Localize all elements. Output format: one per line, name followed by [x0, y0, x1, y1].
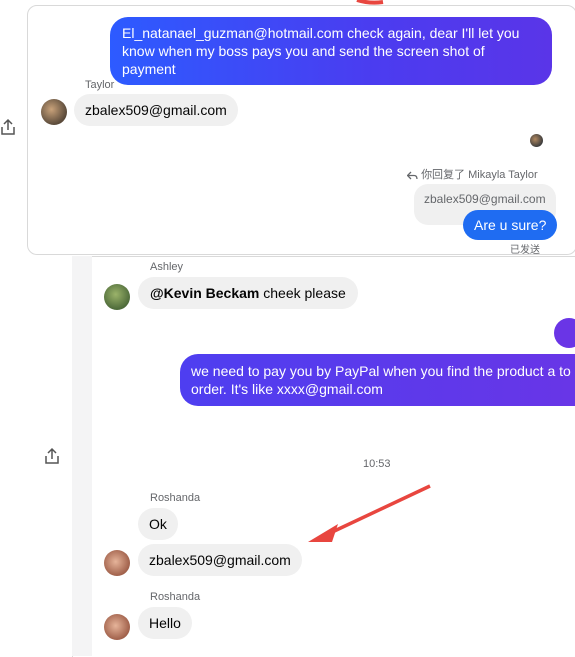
message-timestamp: 10:53 — [363, 458, 391, 470]
reply-message-text: Are u sure? — [474, 217, 547, 233]
mention-kevin-beckam[interactable]: @Kevin Beckam — [150, 285, 259, 301]
reply-icon — [406, 171, 418, 180]
red-arrow-annotation-fragment — [356, 0, 384, 5]
avatar-ashley[interactable] — [104, 284, 130, 310]
avatar-roshanda[interactable] — [104, 550, 130, 576]
roshanda-message-text: Ok — [149, 516, 167, 532]
incoming-message-bubble[interactable]: zbalex509@gmail.com — [74, 94, 238, 126]
outgoing-message-text: El_natanael_guzman@hotmail.com check aga… — [122, 25, 520, 77]
roshanda-email-text: zbalex509@gmail.com — [149, 552, 291, 568]
sent-status: 已发送 — [510, 245, 540, 256]
sender-name-roshanda: Roshanda — [150, 492, 201, 504]
conversation-panel-bottom — [72, 256, 575, 657]
red-arrow-annotation — [308, 484, 431, 542]
roshanda-hello-text: Hello — [149, 615, 181, 631]
sender-name-roshanda: Roshanda — [150, 591, 201, 603]
share-icon[interactable] — [44, 447, 60, 465]
quoted-message-text: zbalex509@gmail.com — [424, 192, 546, 206]
panel-side-strip — [72, 256, 92, 656]
sender-name: Taylor — [85, 79, 115, 91]
avatar-taylor[interactable] — [41, 99, 67, 125]
reply-message-bubble[interactable]: Are u sure? — [463, 210, 558, 240]
outgoing-message-bubble[interactable]: we need to pay you by PayPal when you fi… — [180, 354, 575, 406]
outgoing-message-bubble[interactable]: El_natanael_guzman@hotmail.com check aga… — [110, 17, 552, 85]
incoming-message-text: zbalex509@gmail.com — [85, 102, 227, 118]
ashley-message-bubble[interactable]: @Kevin Beckam cheek please — [138, 277, 358, 309]
roshanda-email-bubble[interactable]: zbalex509@gmail.com — [138, 544, 302, 576]
roshanda-hello-bubble[interactable]: Hello — [138, 607, 192, 639]
avatar-roshanda[interactable] — [104, 614, 130, 640]
reply-note-text: 你回复了 Mikayla Taylor — [421, 169, 538, 181]
roshanda-message-bubble[interactable]: Ok — [138, 508, 178, 540]
reply-note: 你回复了 Mikayla Taylor — [406, 166, 538, 182]
sender-name-ashley: Ashley — [150, 261, 184, 273]
read-receipt-avatar — [530, 134, 543, 147]
outgoing-message-text: we need to pay you by PayPal when you fi… — [191, 363, 571, 397]
ashley-message-text: cheek please — [259, 285, 346, 301]
share-icon[interactable] — [0, 118, 16, 136]
